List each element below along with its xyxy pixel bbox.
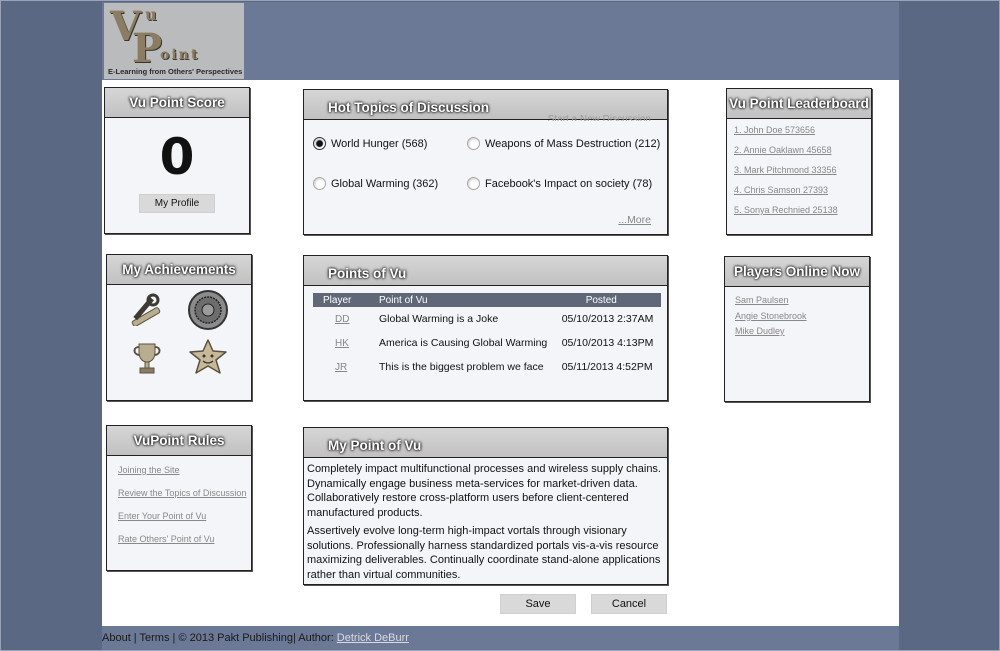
cancel-button[interactable]: Cancel (591, 594, 667, 614)
my-profile-button[interactable]: My Profile (139, 194, 215, 213)
leaderboard-list: 1. John Doe 573656 2. Annie Oaklawn 4565… (727, 120, 871, 234)
leaderboard-title: Vu Point Leaderboard (727, 89, 871, 119)
leaderboard-entry[interactable]: 5. Sonya Rechnied 25138 (734, 205, 871, 225)
rules-panel: VuPoint Rules Joining the Site Review th… (106, 425, 252, 571)
star-icon[interactable] (187, 338, 229, 376)
rule-link[interactable]: Rate Others' Point of Vu (118, 534, 251, 557)
posted-time: 05/10/2013 4:13PM (561, 337, 654, 349)
leaderboard-panel: Vu Point Leaderboard 1. John Doe 573656 … (726, 88, 872, 235)
author-link[interactable]: Detrick DeBurr (337, 632, 409, 644)
achievements-panel: My Achievements (106, 254, 252, 401)
points-of-vu-table: Player Point of Vu Posted DD Global Warm… (313, 293, 661, 379)
topic-option[interactable]: Weapons of Mass Destruction (212) (467, 137, 660, 150)
copyright-text: | © 2013 Pakt Publishing| Author: (169, 632, 337, 644)
main-content: Vu Point Score 0 My Profile Hot Topics o… (102, 80, 899, 626)
topic-label: Weapons of Mass Destruction (212) (485, 138, 661, 150)
radio-selected-icon[interactable] (313, 137, 326, 150)
rule-link[interactable]: Joining the Site (118, 465, 251, 488)
point-text: Global Warming is a Joke (379, 313, 499, 325)
rules-list: Joining the Site Review the Topics of Di… (107, 457, 251, 570)
online-player-link[interactable]: Mike Dudley (735, 326, 869, 342)
score-value: 0 (159, 128, 195, 186)
my-point-title: My Point of Vu (304, 428, 667, 458)
topic-option[interactable]: Global Warming (362) (313, 177, 438, 190)
rules-title: VuPoint Rules (107, 426, 251, 456)
score-panel-title: Vu Point Score (105, 88, 249, 118)
logo-tagline: E-Learning from Others' Perspectives (108, 67, 243, 76)
topic-label: Global Warming (362) (331, 178, 439, 190)
score-panel: Vu Point Score 0 My Profile (104, 87, 250, 234)
player-initials[interactable]: DD (313, 307, 375, 331)
radio-unselected-icon[interactable] (313, 177, 326, 190)
column-header: Posted (557, 293, 661, 307)
tools-icon[interactable] (127, 292, 165, 326)
column-header: Point of Vu (375, 293, 558, 307)
points-of-vu-body: Player Point of Vu Posted DD Global Warm… (304, 287, 667, 400)
table-row[interactable]: DD Global Warming is a Joke 05/10/2013 2… (313, 307, 661, 331)
leaderboard-entry[interactable]: 1. John Doe 573656 (734, 125, 871, 145)
footer-separator: | (130, 632, 140, 644)
logo-mark-oint: oint (160, 47, 200, 63)
achievements-body (107, 286, 251, 400)
column-header: Player (313, 293, 375, 307)
hot-topics-title: Hot Topics of Discussion Start a New Dis… (304, 90, 667, 125)
point-text: America is Causing Global Warming (379, 337, 548, 349)
table-row[interactable]: JR This is the biggest problem we face 0… (313, 355, 661, 379)
achievements-title: My Achievements (107, 255, 251, 285)
rule-link[interactable]: Review the Topics of Discussion (118, 488, 251, 511)
my-point-panel: My Point of Vu Completely impact multifu… (303, 427, 668, 585)
topic-option[interactable]: Facebook's Impact on society (78) (467, 177, 652, 190)
players-online-panel: Players Online Now Sam Paulsen Angie Sto… (724, 256, 870, 402)
my-point-paragraph: Assertively evolve long-term high-impact… (307, 525, 661, 581)
leaderboard-entry[interactable]: 2. Annie Oaklawn 45658 (734, 145, 871, 165)
leaderboard-entry[interactable]: 4. Chris Samson 27393 (734, 185, 871, 205)
topic-option[interactable]: World Hunger (568) (313, 137, 427, 150)
seal-icon[interactable] (187, 289, 229, 331)
logo-mark-p: P (132, 25, 163, 72)
points-of-vu-title: Points of Vu (304, 256, 667, 286)
my-point-editor[interactable]: Completely impact multifunctional proces… (304, 459, 667, 584)
players-online-title: Players Online Now (725, 257, 869, 287)
hot-topics-panel: Hot Topics of Discussion Start a New Dis… (303, 89, 668, 235)
players-online-list: Sam Paulsen Angie Stonebrook Mike Dudley (725, 288, 869, 401)
trophy-icon[interactable] (129, 340, 165, 376)
hot-topics-heading: Hot Topics of Discussion (328, 100, 490, 115)
logo-mark-u: u (145, 5, 157, 24)
table-header-row: Player Point of Vu Posted (313, 293, 661, 307)
save-button[interactable]: Save (500, 594, 576, 614)
online-player-link[interactable]: Sam Paulsen (735, 295, 869, 311)
radio-unselected-icon[interactable] (467, 137, 480, 150)
terms-link[interactable]: Terms (140, 632, 170, 644)
about-link[interactable]: About (102, 632, 131, 644)
posted-time: 05/10/2013 2:37AM (561, 313, 654, 325)
table-row[interactable]: HK America is Causing Global Warming 05/… (313, 331, 661, 355)
online-player-link[interactable]: Angie Stonebrook (735, 311, 869, 327)
footer: About | Terms | © 2013 Pakt Publishing| … (102, 626, 899, 650)
hot-topics-body: World Hunger (568) Weapons of Mass Destr… (304, 121, 667, 234)
point-text: This is the biggest problem we face (379, 361, 544, 373)
topic-label: Facebook's Impact on society (78) (485, 178, 653, 190)
score-panel-body: 0 My Profile (105, 119, 249, 233)
posted-time: 05/11/2013 4:52PM (561, 361, 653, 373)
player-initials[interactable]: HK (313, 331, 375, 355)
points-of-vu-panel: Points of Vu Player Point of Vu Posted D… (303, 255, 668, 401)
rule-link[interactable]: Enter Your Point of Vu (118, 511, 251, 534)
leaderboard-entry[interactable]: 3. Mark Pitchmond 33356 (734, 165, 871, 185)
my-point-text[interactable]: Completely impact multifunctional proces… (307, 462, 663, 586)
more-topics-link[interactable]: ...More (618, 214, 651, 226)
radio-unselected-icon[interactable] (467, 177, 480, 190)
topic-label: World Hunger (568) (331, 138, 428, 150)
player-initials[interactable]: JR (313, 355, 375, 379)
my-point-paragraph: Completely impact multifunctional proces… (307, 463, 661, 519)
vu-point-logo[interactable]: V u P oint E-Learning from Others' Persp… (104, 3, 244, 79)
